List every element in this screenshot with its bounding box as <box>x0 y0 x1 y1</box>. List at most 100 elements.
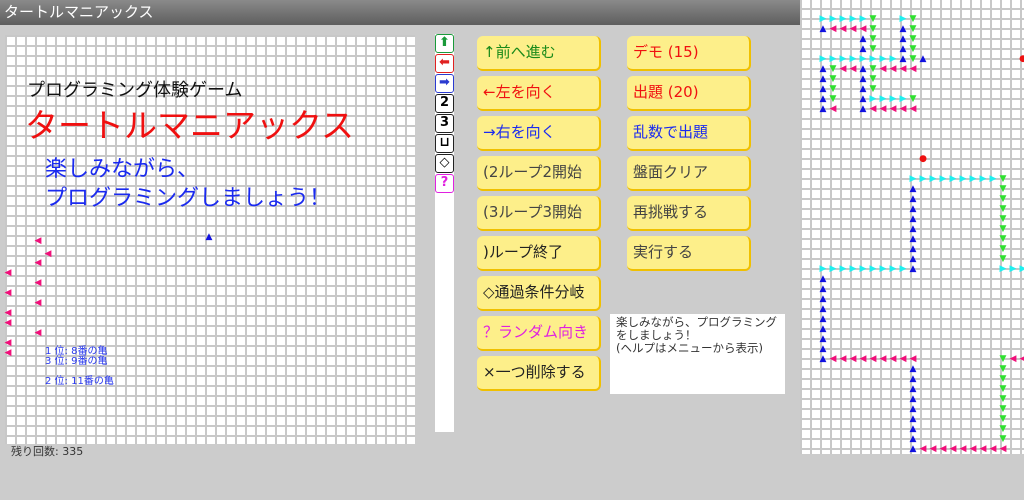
turtle-mark: ▲ <box>899 24 907 34</box>
turtle-board[interactable]: プログラミング体験ゲーム タートルマニアックス 楽しみながら、 プログラミングし… <box>5 35 415 444</box>
turtle-mark: ◀ <box>889 354 897 364</box>
turtle-mark: ◀ <box>4 348 12 358</box>
turtle-mark: ▼ <box>909 34 917 44</box>
command-palette: ⬆ ⬅ ➡ 2 3 ⊔ ◇ ? <box>435 34 454 432</box>
turn-right-button[interactable]: →右を向く <box>477 116 601 151</box>
turtle-mark: ▶ <box>989 174 997 184</box>
random-icon[interactable]: ? <box>435 174 454 193</box>
random-quiz-button[interactable]: 乱数で出題 <box>627 116 751 151</box>
delete-one-button[interactable]: ×一つ削除する <box>477 356 601 391</box>
turtle-mark: ▶ <box>949 174 957 184</box>
turtle-mark: ◀ <box>829 24 837 34</box>
ranking-item: 2 位: 11番の亀 <box>45 376 114 387</box>
turtle-mark: ▶ <box>839 264 847 274</box>
turtle-mark: ▶ <box>909 174 917 184</box>
left-arrow-icon[interactable]: ⬅ <box>435 54 454 73</box>
loop2-icon[interactable]: 2 <box>435 94 454 113</box>
turtle-mark: ▶ <box>889 94 897 104</box>
turtle-mark: ◀ <box>909 354 917 364</box>
turtle-mark: ▶ <box>849 54 857 64</box>
turtle-mark: ▶ <box>899 14 907 24</box>
turtle-mark: ◀ <box>869 104 877 114</box>
turtle-mark: ▲ <box>819 94 827 104</box>
turtle-mark: ◀ <box>909 64 917 74</box>
right-arrow-icon[interactable]: ➡ <box>435 74 454 93</box>
turtle-mark: ◀ <box>839 354 847 364</box>
condition-button[interactable]: ◇通過条件分岐 <box>477 276 601 311</box>
turtle-mark: ◀ <box>849 354 857 364</box>
turtle-mark: ◀ <box>959 444 967 454</box>
turtle-mark: ▶ <box>869 264 877 274</box>
turtle-mark: ▼ <box>999 204 1007 214</box>
turtle-mark: ▶ <box>889 264 897 274</box>
turn-left-button[interactable]: ←左を向く <box>477 76 601 111</box>
random-direction-button[interactable]: ？ランダム向き <box>477 316 601 351</box>
turtle-mark: ◀ <box>899 354 907 364</box>
turtle-mark: ▲ <box>909 214 917 224</box>
turtle-mark: ▶ <box>879 94 887 104</box>
turtle-mark: ▶ <box>999 264 1007 274</box>
loop2-start-button[interactable]: (2ループ2開始 <box>477 156 601 191</box>
turtle-mark: ▶ <box>859 54 867 64</box>
loop3-icon[interactable]: 3 <box>435 114 454 133</box>
turtle-mark: ▼ <box>999 234 1007 244</box>
turtle-mark: ▲ <box>909 204 917 214</box>
turtle-mark: ◀ <box>879 64 887 74</box>
loop-end-icon[interactable]: ⊔ <box>435 134 454 153</box>
turtle-mark: ◀ <box>4 268 12 278</box>
condition-icon[interactable]: ◇ <box>435 154 454 173</box>
run-button[interactable]: 実行する <box>627 236 751 271</box>
turtle-mark: ◀ <box>929 444 937 454</box>
quiz-button[interactable]: 出題 (20) <box>627 76 751 111</box>
loop-end-button[interactable]: )ループ終了 <box>477 236 601 271</box>
loop3-start-button[interactable]: (3ループ3開始 <box>477 196 601 231</box>
turtle-mark: ▼ <box>999 184 1007 194</box>
turtle-mark: ▲ <box>909 434 917 444</box>
turtle-mark: ▼ <box>869 44 877 54</box>
turtle-mark: ▲ <box>859 84 867 94</box>
turtle-mark: ▶ <box>869 94 877 104</box>
turtle-mark: ◀ <box>859 354 867 364</box>
turtle-mark: ▲ <box>819 24 827 34</box>
turtle-mark: ◀ <box>849 24 857 34</box>
turtle-mark: ▲ <box>859 34 867 44</box>
turtle-mark: ▶ <box>919 174 927 184</box>
demo-button[interactable]: デモ (15) <box>627 36 751 71</box>
turtle-mark: ▼ <box>999 244 1007 254</box>
turtle-mark: ▲ <box>899 44 907 54</box>
turtle-mark: ◀ <box>919 444 927 454</box>
turtle-mark: ▶ <box>899 94 907 104</box>
intro-line1: 楽しみながら、 <box>45 157 200 182</box>
turtle-mark: ◀ <box>889 64 897 74</box>
turtle-mark: ◀ <box>829 104 837 114</box>
turtle-mark: ▼ <box>869 14 877 24</box>
turtle-mark: ▼ <box>829 84 837 94</box>
turtle-mark: ▶ <box>879 264 887 274</box>
turtle-mark: ◀ <box>889 104 897 114</box>
turtle-mark: ▲ <box>819 304 827 314</box>
turtle-mark: ◀ <box>34 236 42 246</box>
remaining-count: 残り回数: 335 <box>11 445 84 458</box>
turtle-mark: ▼ <box>869 24 877 34</box>
turtle-mark: ▶ <box>979 174 987 184</box>
forward-arrow-icon[interactable]: ⬆ <box>435 34 454 53</box>
turtle-mark: ◀ <box>34 258 42 268</box>
turtle-mark: ▲ <box>819 334 827 344</box>
turtle-mark: ◀ <box>4 288 12 298</box>
turtle-mark: ▲ <box>819 104 827 114</box>
turtle-mark: ▲ <box>859 74 867 84</box>
retry-button[interactable]: 再挑戦する <box>627 196 751 231</box>
turtle-mark: ▶ <box>869 54 877 64</box>
turtle-mark: ▶ <box>1009 264 1017 274</box>
turtle-mark: ● <box>1019 54 1024 64</box>
turtle-mark: ▲ <box>819 324 827 334</box>
turtle-mark: ▼ <box>999 364 1007 374</box>
clear-board-button[interactable]: 盤面クリア <box>627 156 751 191</box>
turtle-mark: ◀ <box>899 64 907 74</box>
turtle-mark: ◀ <box>849 64 857 74</box>
turtle-mark: ▼ <box>869 74 877 84</box>
turtle-mark: ◀ <box>839 64 847 74</box>
forward-button[interactable]: ↑前へ進む <box>477 36 601 71</box>
turtle-mark: ◀ <box>839 24 847 34</box>
turtle-mark: ◀ <box>899 104 907 114</box>
